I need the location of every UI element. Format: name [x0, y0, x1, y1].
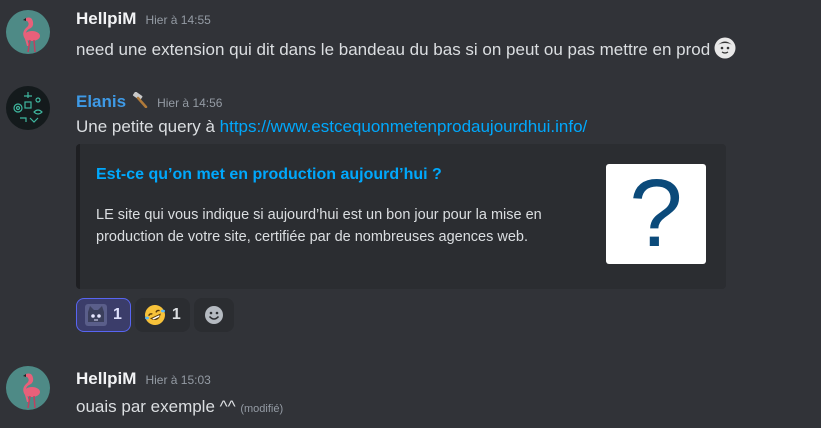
rofl-emoji [144, 304, 166, 326]
flamingo-avatar[interactable] [6, 10, 50, 54]
add-reaction-button[interactable] [193, 298, 234, 332]
add-reaction-icon [203, 304, 225, 326]
reaction-count: 1 [113, 306, 122, 323]
embed-thumbnail[interactable]: ? [606, 164, 706, 264]
question-mark-icon: ? [629, 160, 683, 267]
message-content: ouais par exemple ^^ [76, 397, 236, 416]
message-content: need une extension qui dit dans le bande… [76, 40, 711, 59]
cat-face-emoji [85, 304, 107, 326]
link-embed: Est-ce qu’on met en production aujourd’h… [76, 144, 726, 289]
message-3: HellpiM Hier à 15:03 ouais par exemple ^… [0, 360, 821, 428]
message-1: HellpiM Hier à 14:55 need une extension … [0, 0, 821, 70]
reaction-count: 1 [171, 306, 181, 323]
author-name[interactable]: HellpiM [76, 9, 136, 29]
author-name[interactable]: Elanis [76, 92, 126, 112]
timestamp: Hier à 15:03 [145, 373, 211, 387]
timestamp: Hier à 14:55 [145, 13, 211, 27]
message-link[interactable]: https://www.estcequonmetenprodaujourdhui… [220, 117, 588, 136]
embed-description: LE site qui vous indique si aujourd’hui … [96, 207, 542, 245]
embed-title[interactable]: Est-ce qu’on met en production aujourd’h… [96, 166, 442, 184]
author-name[interactable]: HellpiM [76, 369, 136, 389]
hammer-icon [130, 91, 148, 109]
message-text: ouais par exemple ^^ (modifié) [76, 397, 283, 417]
message-header: Elanis Hier à 14:56 [76, 91, 222, 112]
message-header: HellpiM Hier à 14:55 [76, 9, 211, 29]
reaction-cat-face[interactable]: 1 [76, 298, 131, 332]
circuit-avatar[interactable] [6, 86, 50, 130]
message-text: Une petite query à https://www.estcequon… [76, 117, 587, 137]
reaction-rofl[interactable]: 1 [134, 298, 190, 332]
reactions-bar: 1 1 [76, 298, 234, 332]
face-emoji-icon[interactable] [714, 37, 736, 59]
message-content: Une petite query à [76, 117, 220, 136]
edited-label: (modifié) [240, 403, 284, 415]
message-header: HellpiM Hier à 15:03 [76, 369, 211, 389]
flamingo-avatar[interactable] [6, 366, 50, 410]
message-text: need une extension qui dit dans le bande… [76, 37, 736, 60]
timestamp: Hier à 14:56 [157, 96, 223, 110]
